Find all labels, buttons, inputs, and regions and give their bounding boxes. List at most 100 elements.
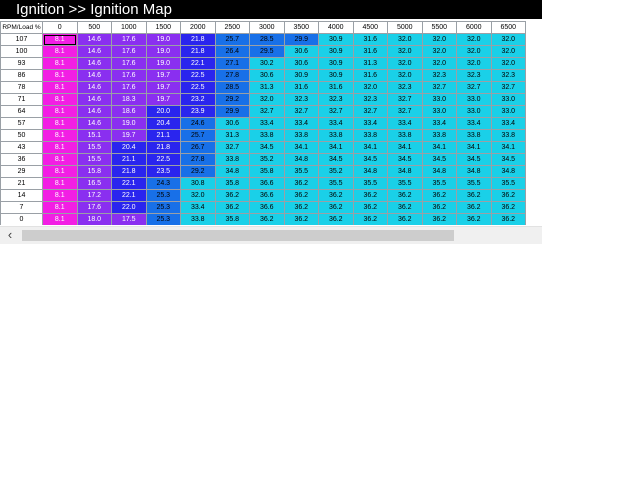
map-cell[interactable]: 31.3: [214, 129, 250, 142]
map-cell[interactable]: 8.1: [42, 105, 78, 118]
map-cell[interactable]: 33.0: [421, 93, 457, 106]
map-cell[interactable]: 25.7: [180, 129, 216, 142]
map-cell[interactable]: 36.2: [387, 201, 423, 214]
map-cell[interactable]: 14.6: [76, 93, 112, 106]
map-cell[interactable]: 19.0: [145, 33, 181, 46]
map-cell[interactable]: 19.7: [145, 69, 181, 82]
map-cell[interactable]: 36.2: [387, 213, 423, 225]
map-cell[interactable]: 32.7: [421, 81, 457, 94]
map-cell[interactable]: 32.0: [249, 93, 285, 106]
map-cell[interactable]: 34.5: [318, 153, 354, 166]
map-cell[interactable]: 17.6: [76, 201, 112, 214]
map-cell[interactable]: 34.8: [421, 165, 457, 178]
map-cell[interactable]: 36.2: [318, 213, 354, 225]
map-cell[interactable]: 27.8: [214, 69, 250, 82]
map-cell[interactable]: 34.5: [352, 153, 388, 166]
map-cell[interactable]: 8.1: [42, 33, 78, 46]
map-cell[interactable]: 33.4: [421, 117, 457, 130]
map-cell[interactable]: 8.1: [42, 177, 78, 190]
map-cell[interactable]: 8.1: [42, 81, 78, 94]
map-cell[interactable]: 34.8: [456, 165, 492, 178]
map-cell[interactable]: 30.8: [180, 177, 216, 190]
map-cell[interactable]: 31.6: [318, 81, 354, 94]
map-cell[interactable]: 18.0: [76, 213, 112, 225]
map-cell[interactable]: 31.6: [352, 45, 388, 58]
map-cell[interactable]: 36.2: [387, 189, 423, 202]
map-cell[interactable]: 19.7: [145, 81, 181, 94]
map-cell[interactable]: 30.9: [318, 57, 354, 70]
map-cell[interactable]: 34.1: [318, 141, 354, 154]
map-cell[interactable]: 32.3: [318, 93, 354, 106]
map-cell[interactable]: 32.3: [456, 69, 492, 82]
map-cell[interactable]: 32.7: [456, 81, 492, 94]
map-cell[interactable]: 36.2: [490, 189, 526, 202]
map-cell[interactable]: 35.5: [490, 177, 526, 190]
map-cell[interactable]: 26.4: [214, 45, 250, 58]
map-cell[interactable]: 22.1: [180, 57, 216, 70]
map-cell[interactable]: 33.8: [490, 129, 526, 142]
map-cell[interactable]: 32.7: [318, 105, 354, 118]
horizontal-scrollbar[interactable]: ‹: [0, 226, 542, 244]
map-cell[interactable]: 32.0: [456, 57, 492, 70]
map-cell[interactable]: 36.2: [283, 177, 319, 190]
map-cell[interactable]: 17.6: [111, 45, 147, 58]
map-cell[interactable]: 32.0: [421, 45, 457, 58]
map-cell[interactable]: 32.0: [387, 33, 423, 46]
map-cell[interactable]: 32.7: [490, 81, 526, 94]
map-cell[interactable]: 21.8: [180, 33, 216, 46]
map-cell[interactable]: 31.6: [283, 81, 319, 94]
map-cell[interactable]: 17.6: [111, 81, 147, 94]
map-cell[interactable]: 14.6: [76, 69, 112, 82]
map-cell[interactable]: 19.7: [145, 93, 181, 106]
map-cell[interactable]: 16.5: [76, 177, 112, 190]
map-cell[interactable]: 33.4: [180, 201, 216, 214]
map-cell[interactable]: 36.2: [490, 201, 526, 214]
map-cell[interactable]: 8.1: [42, 69, 78, 82]
map-cell[interactable]: 30.2: [249, 57, 285, 70]
map-cell[interactable]: 36.6: [249, 189, 285, 202]
map-cell[interactable]: 32.0: [490, 33, 526, 46]
map-cell[interactable]: 18.3: [111, 93, 147, 106]
map-cell[interactable]: 32.7: [387, 105, 423, 118]
map-cell[interactable]: 32.0: [387, 69, 423, 82]
map-cell[interactable]: 28.5: [214, 81, 250, 94]
map-cell[interactable]: 32.7: [387, 93, 423, 106]
map-cell[interactable]: 8.1: [42, 201, 78, 214]
map-cell[interactable]: 8.1: [42, 213, 78, 225]
map-cell[interactable]: 32.7: [352, 105, 388, 118]
map-cell[interactable]: 36.6: [249, 201, 285, 214]
map-cell[interactable]: 15.8: [76, 165, 112, 178]
map-cell[interactable]: 17.6: [111, 33, 147, 46]
map-cell[interactable]: 24.6: [180, 117, 216, 130]
map-cell[interactable]: 31.6: [352, 69, 388, 82]
map-cell[interactable]: 32.0: [352, 81, 388, 94]
map-cell[interactable]: 8.1: [42, 189, 78, 202]
map-cell[interactable]: 26.7: [180, 141, 216, 154]
map-cell[interactable]: 36.2: [283, 201, 319, 214]
map-cell[interactable]: 32.0: [421, 57, 457, 70]
map-cell[interactable]: 29.9: [214, 105, 250, 118]
map-cell[interactable]: 34.5: [456, 153, 492, 166]
map-cell[interactable]: 34.1: [421, 141, 457, 154]
map-cell[interactable]: 14.6: [76, 45, 112, 58]
map-cell[interactable]: 35.8: [214, 213, 250, 225]
map-cell[interactable]: 20.4: [145, 117, 181, 130]
map-cell[interactable]: 19.0: [145, 45, 181, 58]
map-cell[interactable]: 21.1: [145, 129, 181, 142]
map-cell[interactable]: 34.5: [490, 153, 526, 166]
map-cell[interactable]: 14.6: [76, 57, 112, 70]
map-cell[interactable]: 30.6: [283, 57, 319, 70]
map-cell[interactable]: 33.0: [490, 93, 526, 106]
map-cell[interactable]: 8.1: [42, 117, 78, 130]
map-cell[interactable]: 19.0: [145, 57, 181, 70]
scrollbar-thumb[interactable]: [22, 230, 454, 241]
map-cell[interactable]: 8.1: [42, 45, 78, 58]
map-cell[interactable]: 21.8: [111, 165, 147, 178]
map-cell[interactable]: 15.5: [76, 141, 112, 154]
map-cell[interactable]: 36.2: [421, 189, 457, 202]
map-cell[interactable]: 21.1: [111, 153, 147, 166]
map-cell[interactable]: 22.5: [180, 81, 216, 94]
map-cell[interactable]: 32.3: [352, 93, 388, 106]
map-cell[interactable]: 32.0: [180, 189, 216, 202]
map-cell[interactable]: 36.2: [352, 201, 388, 214]
